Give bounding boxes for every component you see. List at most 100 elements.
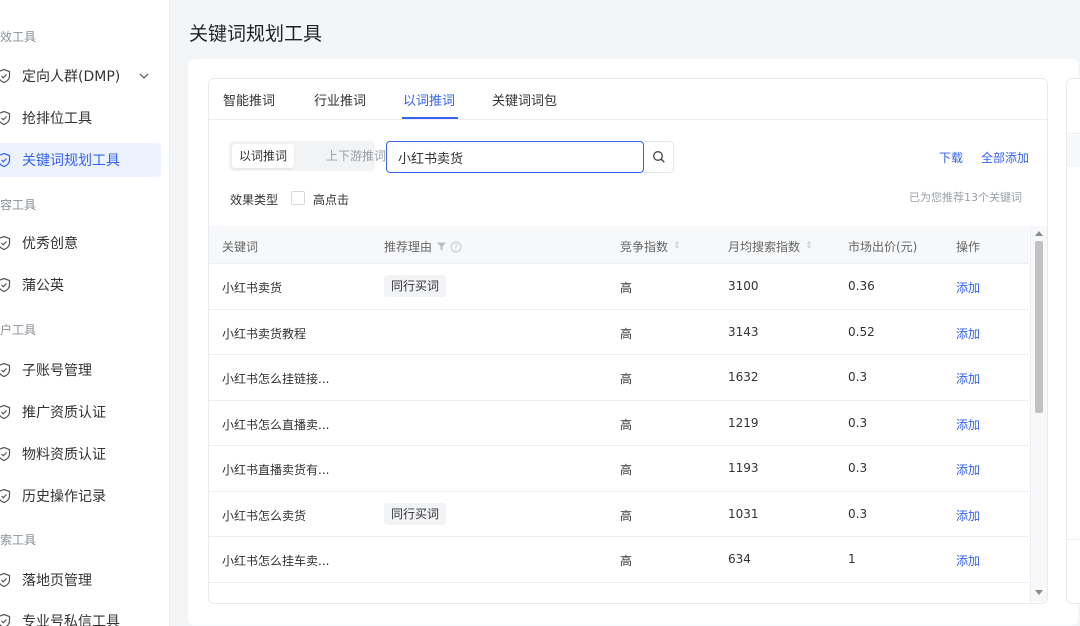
- keyword-cell: 小红书卖货: [222, 281, 283, 295]
- shield-check-icon: [0, 404, 11, 420]
- download-button[interactable]: 下载: [939, 149, 963, 166]
- sidebar-section-title: 户工具: [0, 323, 37, 337]
- sidebar-section-title: 效工具: [0, 30, 37, 44]
- bid-cell: 0.3: [848, 370, 868, 384]
- tab-active-indicator: [402, 117, 458, 119]
- competition-cell: 高: [620, 372, 633, 386]
- bid-cell: 0.52: [848, 324, 875, 339]
- reason-tag: 同行买词: [384, 275, 447, 297]
- sidebar-item-label: 专业号私信工具: [22, 614, 120, 626]
- col-monthly-search[interactable]: 月均搜索指数 ⇕: [728, 238, 813, 255]
- segment-word-to-word[interactable]: 以词推词: [232, 144, 295, 168]
- scroll-thumb[interactable]: [1035, 241, 1043, 413]
- col-reason: 推荐理由 ?: [384, 238, 462, 255]
- bid-cell: 0.3: [848, 415, 868, 430]
- add-button[interactable]: 添加: [956, 552, 980, 569]
- keyword-cell: 小红书直播卖货有...: [222, 463, 330, 477]
- mode-segment: 以词推词 上下游推词: [229, 141, 386, 171]
- chevron-down-icon[interactable]: [137, 69, 151, 83]
- scroll-up-icon[interactable]: [1035, 231, 1043, 236]
- keyword-cell: 小红书怎么卖货: [222, 508, 307, 523]
- tab-word-to-word[interactable]: 以词推词: [403, 90, 455, 109]
- keyword-cell: 小红书怎么挂车卖...: [222, 554, 330, 568]
- tab-keyword-pack[interactable]: 关键词词包: [492, 90, 557, 109]
- add-button[interactable]: 添加: [956, 279, 980, 296]
- sidebar-item-rank-tool[interactable]: 抢排位工具: [0, 101, 161, 135]
- sidebar-item-label: 历史操作记录: [22, 489, 106, 505]
- add-button[interactable]: 添加: [956, 461, 980, 478]
- shield-check-icon: [0, 488, 11, 504]
- table-row: 小红书直播卖货有... 高 1193 0.3 添加: [209, 446, 1029, 492]
- competition-cell: 高: [620, 417, 633, 432]
- competition-cell: 高: [620, 508, 633, 523]
- table-row: 小红书怎么直播卖... 高 1219 0.3 添加: [209, 401, 1029, 446]
- filter-icon[interactable]: [436, 241, 447, 252]
- add-button[interactable]: 添加: [956, 370, 980, 387]
- table-row: 小红书怎么挂链接... 高 1632 0.3 添加: [209, 355, 1029, 401]
- sidebar-item-history[interactable]: 历史操作记录: [0, 479, 161, 513]
- shield-check-icon: [0, 235, 11, 251]
- competition-cell: 高: [620, 326, 633, 341]
- shield-check-icon: [0, 572, 11, 588]
- col-market-bid: 市场出价(元): [848, 240, 918, 254]
- competition-cell: 高: [620, 554, 633, 568]
- high-click-checkbox[interactable]: [291, 191, 305, 205]
- sidebar-item-keyword-planner[interactable]: 关键词规划工具: [0, 143, 161, 177]
- add-button[interactable]: 添加: [956, 507, 980, 524]
- shield-check-icon: [0, 152, 11, 168]
- col-keyword: 关键词: [222, 240, 259, 254]
- svg-text:?: ?: [454, 242, 458, 251]
- sidebar-section-title: 索工具: [0, 533, 37, 547]
- table-scrollbar[interactable]: [1030, 226, 1047, 602]
- sort-icon[interactable]: ⇕: [673, 242, 681, 251]
- sidebar-item-label: 蒲公英: [22, 278, 64, 294]
- search-index-cell: 3100: [728, 279, 759, 293]
- tab-industry[interactable]: 行业推词: [314, 90, 366, 109]
- bid-cell: 0.3: [848, 461, 868, 475]
- sidebar-section-title: 容工具: [0, 198, 37, 212]
- bid-cell: 0.36: [848, 279, 875, 293]
- table-row: 小红书怎么卖货 同行买词 高 1031 0.3 添加: [209, 492, 1029, 537]
- sidebar-item-label: 子账号管理: [22, 363, 92, 379]
- sidebar-item-material-qualification[interactable]: 物料资质认证: [0, 437, 161, 471]
- help-icon[interactable]: ?: [450, 241, 462, 253]
- segment-upstream-downstream[interactable]: 上下游推词: [319, 144, 393, 168]
- keyword-cell: 小红书怎么挂链接...: [222, 372, 330, 386]
- keyword-panel: 智能推词 行业推词 以词推词 关键词词包 以词推词 上下游推词 下载 全部添加 …: [208, 78, 1048, 604]
- sidebar-item-landing-page[interactable]: 落地页管理: [0, 563, 161, 597]
- high-click-label[interactable]: 高点击: [313, 191, 349, 208]
- keyword-cell: 小红书怎么直播卖...: [222, 417, 330, 432]
- sidebar-item-creative[interactable]: 优秀创意: [0, 226, 161, 260]
- search-index-cell: 1193: [728, 461, 759, 475]
- table-body: 小红书卖货 同行买词 高 3100 0.36 添加 小红书卖货教程 高 3143…: [209, 264, 1029, 603]
- competition-cell: 高: [620, 463, 633, 477]
- sidebar-item-subaccount[interactable]: 子账号管理: [0, 353, 161, 387]
- sidebar-item-promo-qualification[interactable]: 推广资质认证: [0, 395, 161, 429]
- sidebar-item-label: 优秀创意: [22, 236, 78, 252]
- shield-check-icon: [0, 446, 11, 462]
- sidebar-item-dmp[interactable]: 定向人群(DMP): [0, 59, 161, 93]
- sort-icon[interactable]: ⇕: [805, 242, 813, 251]
- search-index-cell: 1219: [728, 415, 759, 430]
- search-button[interactable]: [644, 141, 674, 173]
- search-input[interactable]: [386, 141, 644, 173]
- add-button[interactable]: 添加: [956, 325, 980, 342]
- table-header: 关键词 推荐理由 ? 竞争指数 ⇕ 月均搜索指数 ⇕ 市场出价(元) 操作: [209, 226, 1029, 264]
- side-panel: [1066, 78, 1080, 604]
- recommend-count-note: 已为您推荐13个关键词: [909, 191, 1022, 204]
- add-button[interactable]: 添加: [956, 416, 980, 433]
- search-icon: [652, 151, 665, 163]
- tab-smart[interactable]: 智能推词: [223, 90, 275, 109]
- sidebar-item-label: 推广资质认证: [22, 405, 106, 421]
- col-competition[interactable]: 竞争指数 ⇕: [620, 238, 681, 255]
- bid-cell: 0.3: [848, 506, 868, 521]
- shield-check-icon: [0, 277, 11, 293]
- add-all-button[interactable]: 全部添加: [981, 149, 1029, 166]
- sidebar-item-pugongying[interactable]: 蒲公英: [0, 268, 161, 302]
- sidebar-item-label: 物料资质认证: [22, 447, 106, 463]
- reason-tag: 同行买词: [384, 502, 447, 525]
- sidebar-item-pro-message[interactable]: 专业号私信工具: [0, 604, 161, 626]
- scroll-down-icon[interactable]: [1035, 590, 1043, 595]
- effect-type-label: 效果类型: [230, 193, 279, 207]
- competition-cell: 高: [620, 281, 633, 295]
